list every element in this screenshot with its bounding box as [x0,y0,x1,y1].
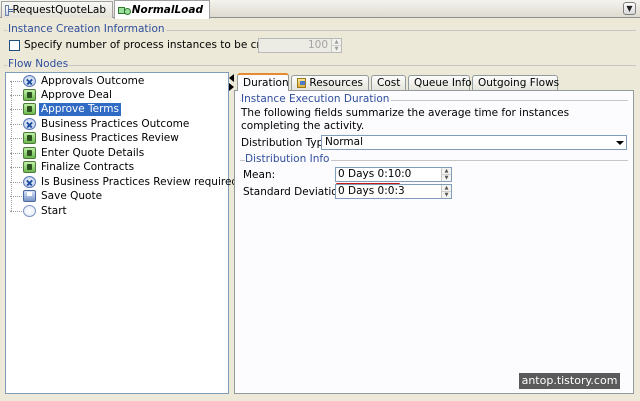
tree-item-label: Approve Terms [39,102,121,116]
activity-icon [23,89,36,101]
tree-item[interactable]: Approvals Outcome [10,74,146,88]
mean-label: Mean: [243,169,276,181]
tree-branch [10,195,22,197]
tree-item[interactable]: Is Business Practices Review required? [10,175,246,189]
tree-branch [10,137,22,139]
tab-label: Resources [309,77,363,89]
activity-icon [23,161,36,173]
tree-item-selected[interactable]: Approve Terms [10,102,121,116]
specify-instances-row: Specify number of process instances to b… [9,39,291,51]
document-icon [5,4,14,16]
tree-item[interactable]: Start [10,204,69,218]
tree-item-label: Approvals Outcome [41,74,145,87]
tab-outgoing-flows[interactable]: Outgoing Flows [472,75,560,90]
tree-item[interactable]: Enter Quote Details [10,146,146,160]
tree-branch [10,152,22,154]
distribution-type-select[interactable]: Normal [321,135,627,150]
tree-branch [10,80,22,82]
process-flow-icon [118,5,131,16]
tab-list-dropdown-button[interactable]: ▼ [623,2,636,15]
tab-queue-info[interactable]: Queue Info [408,75,472,90]
std-spin-buttons: ▲ ▼ [441,185,451,198]
editor-tab-normalload[interactable]: NormalLoad [114,0,210,19]
distribution-type-label: Distribution Type: [241,137,334,149]
decision-icon [23,176,36,188]
collapse-left-icon[interactable] [229,74,234,82]
instance-count-stepper[interactable]: 100 ▲ ▼ [258,38,342,53]
instance-creation-title: Instance Creation Information [7,23,166,35]
spin-down-icon[interactable]: ▼ [442,191,451,198]
decision-icon [23,118,36,130]
editor-tab-label: NormalLoad [131,4,203,16]
start-icon [23,205,36,217]
tree-branch [10,108,22,110]
tab-label: Queue Info [414,77,472,89]
instance-count-spin-buttons: ▲ ▼ [331,39,341,52]
duration-description: The following fields summarize the avera… [241,107,570,132]
tree-branch [10,210,22,212]
specify-instances-label: Specify number of process instances to b… [24,39,291,51]
activity-icon [23,147,36,159]
specify-instances-checkbox[interactable] [9,39,20,51]
tab-label: Cost [377,77,401,89]
spin-down-icon[interactable]: ▼ [442,174,451,181]
distribution-type-value: Normal [325,136,363,148]
activity-icon [23,132,36,144]
tree-item-label: Enter Quote Details [41,146,145,159]
editor-tab-label: RequestQuoteLab [12,4,106,16]
tree-item-label: Is Business Practices Review required? [41,175,244,188]
decision-icon [23,75,36,87]
tab-duration[interactable]: Duration [237,73,289,91]
tab-label: Duration [243,77,289,89]
mean-duration-value: 0 Days 0:10:0 [338,168,412,180]
tree-item-label: Save Quote [41,189,103,202]
tree-item-label: Finalize Contracts [41,160,135,173]
tree-branch [10,166,22,168]
tree-item-label: Business Practices Review [41,131,179,144]
tree-item[interactable]: Business Practices Review [10,131,181,145]
tree-branch [10,181,22,183]
tab-cost[interactable]: Cost [371,75,406,90]
tree-item-label: Approve Deal [41,88,112,101]
editor-tab-requestquotelab[interactable]: RequestQuoteLab [1,1,113,18]
watermark: antop.tistory.com [519,373,620,389]
tree-item[interactable]: Business Practices Outcome [10,117,191,131]
mean-duration-input[interactable]: 0 Days 0:10:0 ▲ ▼ [335,167,452,182]
tab-resources[interactable]: Resources [291,75,369,90]
flow-nodes-tree[interactable]: Approvals Outcome Approve Deal Approve T… [5,72,244,394]
tree-item[interactable]: Save Quote [10,189,104,203]
flow-nodes-divider [4,65,636,66]
tree-branch [10,94,22,96]
distribution-info-title: Distribution Info [245,153,332,165]
activity-icon [23,103,36,115]
tree-branch [10,123,22,125]
std-deviation-label: Standard Deviation: [243,186,348,198]
tree-item[interactable]: Finalize Contracts [10,160,136,174]
spin-down-icon[interactable]: ▼ [332,45,341,52]
tree-item[interactable]: Approve Deal [10,88,114,102]
std-deviation-value: 0 Days 0:0:3 [338,185,405,197]
flow-nodes-title: Flow Nodes [7,58,70,70]
tree-item-label: Business Practices Outcome [41,117,190,130]
chevron-down-icon[interactable] [613,136,626,149]
save-icon [23,190,36,202]
execution-duration-title: Instance Execution Duration [241,93,392,105]
tree-item-label: Start [41,204,67,217]
resources-icon [297,78,307,88]
std-deviation-input[interactable]: 0 Days 0:0:3 ▲ ▼ [335,184,452,199]
instance-count-value: 100 [307,39,328,51]
tab-label: Outgoing Flows [478,77,560,89]
editor-tab-bar: RequestQuoteLab NormalLoad ▼ [0,0,640,19]
mean-spin-buttons: ▲ ▼ [441,168,451,181]
